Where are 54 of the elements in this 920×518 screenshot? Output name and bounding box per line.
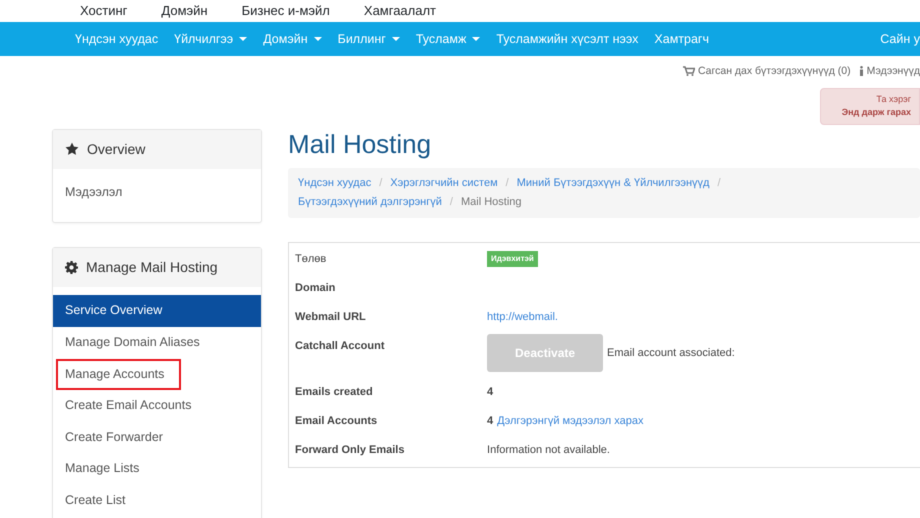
sidebar-item[interactable]: Manage Domain Aliases <box>53 326 262 359</box>
breadcrumb-link[interactable]: Бүтээгдэхүүний дэлгэрэнгүй <box>298 196 442 208</box>
sidebar-item[interactable]: Create List <box>53 484 262 516</box>
nav-link[interactable]: Тусламжийн хүсэлт нээх <box>496 30 638 48</box>
nav-link[interactable]: Домэйн <box>263 30 322 48</box>
detail-label: Email Accounts <box>295 414 378 429</box>
detail-label: Emails created <box>295 384 374 400</box>
gear-icon <box>65 261 78 274</box>
sidebar-item[interactable]: Manage Accounts <box>56 358 181 390</box>
status-badge: Идэвхитэй <box>487 250 538 267</box>
detail-value: Information not available. <box>487 442 610 458</box>
star-icon <box>65 142 79 156</box>
top-menu-link[interactable]: Бизнес и-мэйл <box>242 1 330 21</box>
logout-link[interactable]: Энд дарж гарах <box>842 107 911 118</box>
nav-link[interactable]: Үйлчилгээ <box>174 30 248 48</box>
sidebar-item[interactable]: Create Forwarder <box>53 422 262 454</box>
nav-link[interactable]: Хамтрагч <box>654 30 710 48</box>
page-title: Mail Hosting <box>288 128 432 160</box>
detail-label: Catchall Account <box>295 338 386 354</box>
sidebar-item[interactable]: Manage Lists <box>53 453 262 485</box>
info-icon <box>858 66 864 76</box>
detail-label: Webmail URL <box>295 310 367 325</box>
sidebar-item[interactable]: Мэдээлэл <box>53 176 262 208</box>
panel-title: Overview <box>87 140 146 159</box>
sidebar-item[interactable]: Create Email Accounts <box>53 390 262 422</box>
detail-label: Төлөв <box>295 252 328 267</box>
cart-link[interactable]: Сагсан дах бүтээгдэхүүнүүд (0) <box>682 64 851 80</box>
detail-value: 4 <box>487 384 494 400</box>
alert-text: Та хэрэг <box>875 92 911 106</box>
top-menu-link[interactable]: Хостинг <box>80 1 128 21</box>
nav-link[interactable]: Үндсэн хуудас <box>75 30 158 48</box>
nav-link[interactable]: Тусламж <box>416 30 480 48</box>
sidebar-item[interactable]: Service Overview <box>53 295 262 327</box>
breadcrumb-link[interactable]: Миний Бүтээгдэхүүн & Үйлчилгээнүүд <box>516 176 710 189</box>
panel-title: Manage Mail Hosting <box>86 258 218 278</box>
breadcrumb-link[interactable]: Хэрэглэгчийн систем <box>390 176 498 189</box>
breadcrumb-separator: / <box>506 176 509 189</box>
cart-icon <box>682 66 695 76</box>
breadcrumb-separator: / <box>717 176 721 189</box>
breadcrumb-separator: / <box>379 176 382 189</box>
detail-value: Email account associated: <box>607 346 735 361</box>
news-link[interactable]: Мэдээнүүд <box>858 64 920 80</box>
top-menu-link[interactable]: Хамгаалалт <box>364 1 436 21</box>
greeting-link[interactable]: Сайн у <box>880 30 920 48</box>
nav-link[interactable]: Биллинг <box>338 30 400 48</box>
detail-value: 4 <box>487 414 494 429</box>
details-link[interactable]: Дэлгэрэнгүй мэдээлэл харах <box>497 412 644 430</box>
webmail-link[interactable]: http://webmail. <box>487 308 558 326</box>
detail-label: Domain <box>295 280 336 296</box>
breadcrumb-current: Mail Hosting <box>460 196 522 208</box>
detail-label: Forward Only Emails <box>295 442 406 458</box>
breadcrumb-separator: / <box>450 196 453 208</box>
top-menu-link[interactable]: Домэйн <box>161 1 208 21</box>
breadcrumb-link[interactable]: Үндсэн хуудас <box>298 176 372 189</box>
